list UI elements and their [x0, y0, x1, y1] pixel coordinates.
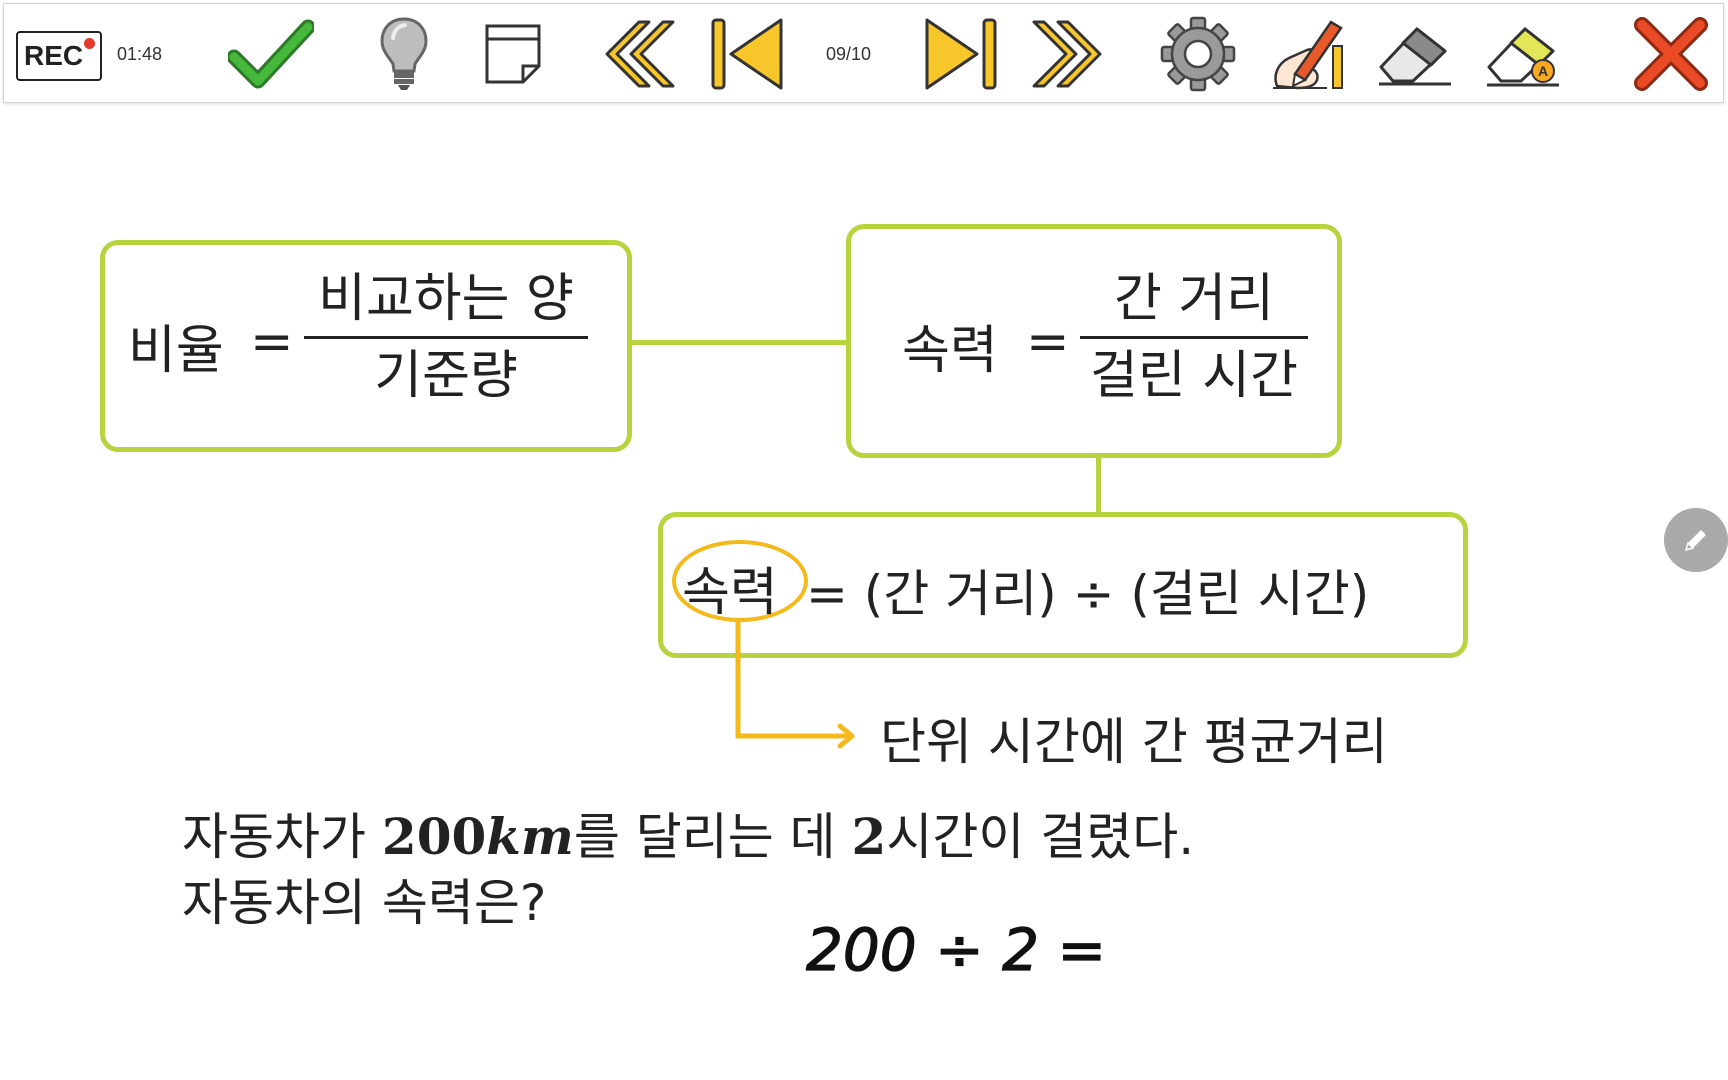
check-icon	[228, 19, 314, 89]
floating-edit-button[interactable]	[1664, 508, 1728, 572]
toolbar: REC 01:48 09/10 A	[3, 3, 1724, 103]
hours-value: 2	[851, 807, 887, 866]
previous-page-button[interactable]	[708, 4, 786, 104]
pen-tool-button[interactable]	[1266, 4, 1348, 104]
ratio-label: 비율	[128, 321, 224, 381]
note-icon	[485, 24, 541, 84]
page-indicator: 09/10	[826, 43, 872, 64]
handwritten-answer-text: 200 ÷ 2 =	[806, 916, 1106, 984]
clear-eraser-icon: A	[1487, 27, 1559, 87]
last-page-button[interactable]	[1028, 4, 1108, 104]
problem-line-2: 자동차의 속력은?	[182, 874, 547, 932]
speed-equals: =	[1026, 312, 1070, 372]
settings-button[interactable]	[1158, 4, 1238, 104]
check-button[interactable]	[226, 4, 316, 104]
formula-term: 속력	[682, 563, 778, 623]
next-page-button[interactable]	[922, 4, 1000, 104]
pencil-icon	[1684, 530, 1706, 552]
close-button[interactable]	[1628, 4, 1714, 104]
speed-numerator: 간 거리	[1113, 269, 1275, 329]
distance-unit: km	[486, 807, 574, 866]
skip-previous-icon	[711, 18, 783, 90]
speed-definition: 단위 시간에 간 평균거리	[880, 713, 1388, 771]
eraser-icon	[1379, 27, 1451, 86]
problem-text-a: 자동차가	[182, 808, 382, 866]
svg-text:A: A	[1538, 63, 1548, 79]
hint-button[interactable]	[374, 4, 434, 104]
speed-label: 속력	[902, 321, 998, 381]
ratio-fraction: 비교하는 양 기준량	[304, 264, 588, 411]
first-page-button[interactable]	[600, 4, 678, 104]
distance-value: 200	[381, 807, 487, 866]
handwritten-answer: 200 ÷ 2 =	[805, 915, 1106, 984]
lightbulb-icon	[380, 17, 428, 90]
record-dot-icon	[84, 38, 95, 49]
ratio-denominator: 기준량	[374, 346, 518, 406]
speed-fraction: 간 거리 걸린 시간	[1080, 264, 1308, 411]
fraction-bar	[304, 336, 588, 339]
record-button[interactable]: REC	[16, 31, 102, 81]
pen-hand-icon	[1273, 20, 1343, 90]
annotation-arrow	[735, 620, 855, 749]
problem-line-1: 자동차가 200km를 달리는 데 2시간이 걸렸다.	[182, 804, 1194, 870]
problem-text-b: 를 달리는 데	[573, 808, 852, 866]
connector-horizontal	[628, 340, 848, 345]
note-button[interactable]	[482, 4, 544, 104]
ratio-equals: =	[250, 312, 294, 372]
elapsed-time: 01:48	[117, 43, 163, 64]
problem-text-c: 시간이 걸렸다.	[886, 808, 1195, 866]
eraser-button[interactable]	[1374, 4, 1456, 104]
double-chevron-left-icon	[605, 20, 675, 88]
formula-expression: = (간 거리) ÷ (걸린 시간)	[806, 565, 1370, 623]
skip-next-icon	[925, 18, 997, 90]
clear-all-button[interactable]: A	[1482, 4, 1564, 104]
gear-icon	[1160, 16, 1236, 92]
ratio-numerator: 비교하는 양	[318, 269, 574, 329]
speed-denominator: 걸린 시간	[1090, 346, 1298, 406]
double-chevron-right-icon	[1032, 20, 1102, 88]
connector-vertical	[1096, 452, 1101, 516]
close-icon	[1634, 17, 1708, 91]
record-label: REC	[24, 40, 84, 71]
fraction-bar	[1080, 336, 1308, 339]
